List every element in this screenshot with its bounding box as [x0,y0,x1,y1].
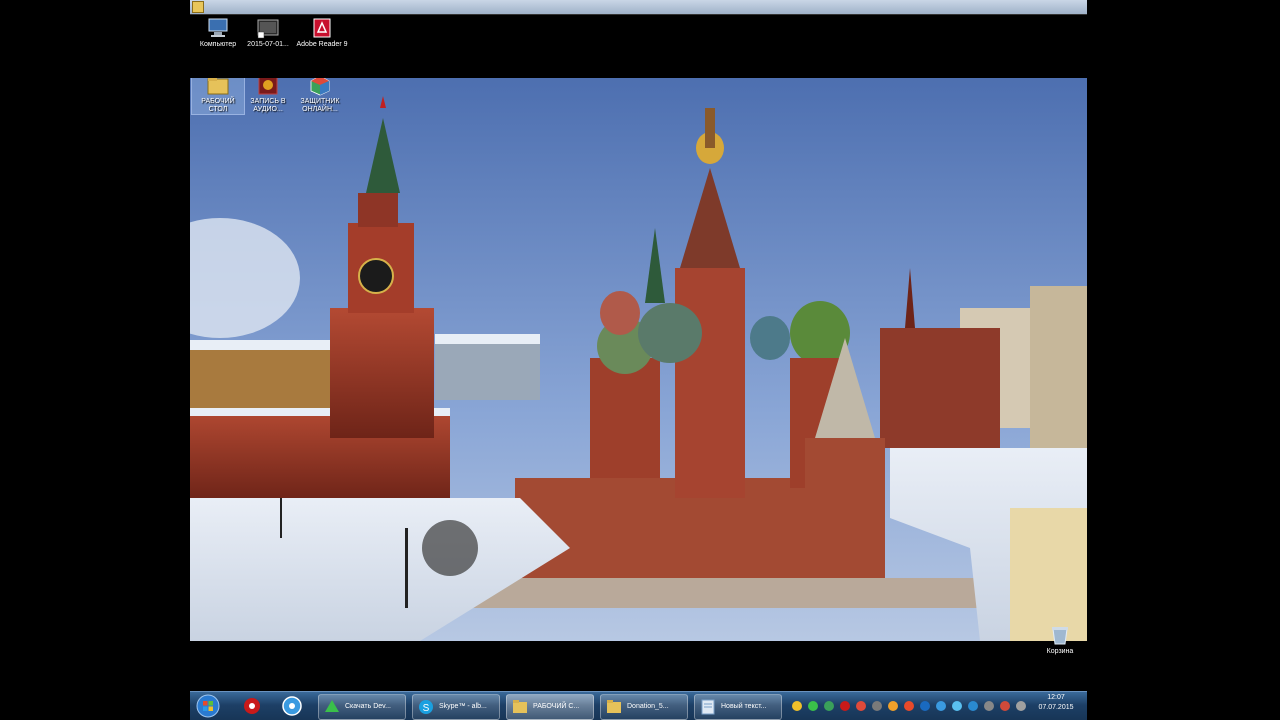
taskbar: Скачать Dev... S Skype™ - alb... РАБОЧИЙ… [190,691,1087,720]
desktop-icon-label: ЗАПИСЬ В АУДИО... [250,98,286,113]
tray-icon[interactable] [936,701,946,711]
taskbar-button-label: Новый текст... [721,703,767,710]
tray-icon[interactable] [968,701,978,711]
taskbar-clock[interactable]: 12:07 07.07.2015 [1030,693,1082,713]
cube-app-icon [310,78,330,96]
desktop-icon-adobe[interactable]: Adobe Reader 9 [296,17,348,49]
notepad-icon [701,699,715,715]
skype-icon: S [419,700,433,714]
tray-icon[interactable] [984,701,994,711]
desktop-icon-label: Adobe Reader 9 [296,41,348,48]
recycle-bin-label: Корзина [1046,648,1074,655]
taskbar-button-label: РАБОЧИЙ С... [533,703,580,710]
taskbar-button-label: Donation_5... [627,703,669,710]
app-shortcut-icon [258,78,278,95]
tray-icon[interactable] [808,701,818,711]
taskbar-button-skype[interactable]: S Skype™ - alb... [412,694,500,720]
desktop-screen: Компьютер 2015-07-01... Adobe Reader 9 Р… [190,0,1087,720]
tray-icon[interactable] [824,701,834,711]
pinned-app-blue[interactable] [280,694,304,718]
tray-icon[interactable] [872,701,882,711]
tray-icon[interactable] [1000,701,1010,711]
tray-icon[interactable] [920,701,930,711]
tray-icon[interactable] [888,701,898,711]
desktop-icon-computer[interactable]: Компьютер [192,17,244,49]
desktop-icon-recycle-bin[interactable]: Корзина [1040,624,1080,655]
tray-icon[interactable] [792,701,802,711]
bottom-black-band [190,641,1087,691]
computer-icon [208,18,228,37]
desktop-icon-label: Компьютер [199,41,237,48]
top-window-strip [190,0,1087,14]
taskbar-button-label: Skype™ - alb... [439,703,487,710]
adobe-reader-icon [313,18,331,38]
desktop-icon-label: ЗАЩИТНИК ОНЛАЙН... [300,98,340,113]
folder-icon [513,700,527,713]
folder-icon [207,78,229,95]
windows-orb-icon [196,694,220,718]
tray-icon[interactable] [856,701,866,711]
desktop-icon-audio[interactable]: ЗАПИСЬ В АУДИО... [242,78,294,114]
desktop-icon-label: 2015-07-01... [247,41,289,48]
taskbar-button-folder-donation[interactable]: Donation_5... [600,694,688,720]
wallpaper-image [190,78,1087,641]
top-icon-band: Компьютер 2015-07-01... Adobe Reader 9 [190,14,1087,78]
tray-icon[interactable] [840,701,850,711]
svg-text:S: S [423,703,430,714]
taskbar-button-label: Скачать Dev... [345,703,391,710]
taskbar-button-notepad[interactable]: Новый текст... [694,694,782,720]
desktop-icon-cube[interactable]: ЗАЩИТНИК ОНЛАЙН... [294,78,346,114]
tray-icon[interactable] [1016,701,1026,711]
system-tray [790,694,1030,718]
shortcut-icon [257,19,279,39]
clock-time: 12:07 [1047,694,1065,701]
tray-icon[interactable] [904,701,914,711]
small-folder-icon [192,1,204,13]
pinned-app-red[interactable] [240,694,264,718]
desktop-icon-recording[interactable]: 2015-07-01... [242,17,294,49]
folder-icon [607,700,621,713]
red-app-icon [244,698,260,714]
desktop-icon-folder[interactable]: РАБОЧИЙ СТОЛ [191,78,245,115]
clock-date: 07.07.2015 [1038,704,1074,711]
recycle-bin-icon [1052,627,1068,645]
desktop-icon-label: РАБОЧИЙ СТОЛ [201,98,235,113]
taskbar-button-folder-desktop[interactable]: РАБОЧИЙ С... [506,694,594,720]
wallpaper-moscow: РАБОЧИЙ СТОЛ ЗАПИСЬ В АУДИО... ЗАЩИТНИК … [190,78,1087,641]
tray-icon[interactable] [952,701,962,711]
blue-circle-icon [282,696,302,716]
start-button[interactable] [196,694,222,718]
download-icon [325,700,339,712]
taskbar-button-download[interactable]: Скачать Dev... [318,694,406,720]
